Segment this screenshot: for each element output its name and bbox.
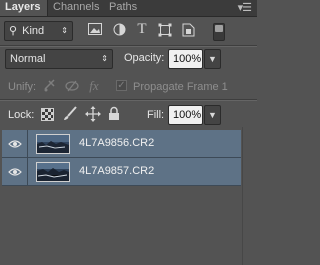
divider-highlight: [0, 46, 257, 47]
checkmark-icon: ✓: [117, 80, 126, 91]
lock-image-pixels-icon[interactable]: [62, 106, 78, 122]
fill-label: Fill:: [147, 109, 165, 121]
lock-transparent-pixels-icon[interactable]: [41, 108, 54, 121]
eye-icon: [8, 168, 22, 176]
unify-label: Unify:: [8, 81, 37, 93]
adjustment-filter-icon[interactable]: [111, 23, 127, 39]
updown-icon: ⇕: [101, 54, 108, 63]
fill-dropdown-button[interactable]: ▼: [204, 105, 221, 125]
opacity-dropdown-button[interactable]: ▼: [204, 49, 221, 69]
lock-all-icon[interactable]: [108, 106, 120, 121]
layer-thumbnail: [36, 134, 70, 154]
filter-toggle-knob: [215, 25, 223, 32]
fill-input[interactable]: 100%: [168, 105, 203, 125]
propagate-frame-label: Propagate Frame 1: [133, 81, 228, 93]
filter-kind-select[interactable]: ⚲ Kind ⇕: [4, 21, 73, 41]
filter-toggle-switch[interactable]: [213, 23, 225, 41]
lock-label: Lock:: [8, 109, 35, 121]
eye-icon: [8, 140, 22, 148]
blend-mode-value: Normal: [10, 53, 46, 65]
smart-object-filter-icon[interactable]: [180, 23, 196, 39]
layer-name: 4L7A9857.CR2: [79, 165, 155, 177]
tab-channels[interactable]: Channels: [48, 0, 104, 16]
shape-filter-icon[interactable]: [157, 23, 173, 39]
filter-kind-label: Kind: [22, 25, 45, 37]
opacity-input[interactable]: 100%: [168, 49, 203, 69]
opacity-label: Opacity:: [124, 52, 165, 64]
layer-row[interactable]: 4L7A9856.CR2: [2, 130, 241, 158]
blend-mode-select[interactable]: Normal ⇕: [5, 49, 113, 69]
image-filter-icon[interactable]: [87, 23, 103, 39]
lock-position-icon[interactable]: [85, 106, 101, 122]
tab-paths[interactable]: Paths: [104, 0, 144, 16]
propagate-checkbox[interactable]: ✓: [116, 80, 127, 91]
search-icon: ⚲: [9, 25, 18, 37]
type-filter-icon[interactable]: T: [134, 21, 150, 39]
updown-icon: ⇕: [61, 26, 68, 35]
unify-style-icon[interactable]: fx: [85, 78, 103, 94]
chevron-down-icon: ▼: [208, 110, 217, 120]
divider-highlight: [0, 100, 257, 101]
chevron-down-icon: ▼: [208, 54, 217, 64]
unify-visibility-icon[interactable]: [64, 79, 80, 95]
visibility-toggle[interactable]: [2, 158, 28, 186]
panel-menu-icon[interactable]: ▾☰: [238, 1, 252, 14]
visibility-toggle[interactable]: [2, 130, 28, 158]
layer-thumbnail: [36, 162, 70, 182]
layer-row[interactable]: 4L7A9857.CR2: [2, 158, 241, 186]
unify-position-icon[interactable]: [42, 79, 58, 95]
layer-name: 4L7A9856.CR2: [79, 137, 155, 149]
layers-scrollbar[interactable]: [242, 127, 257, 265]
tab-layers[interactable]: Layers: [0, 0, 48, 16]
